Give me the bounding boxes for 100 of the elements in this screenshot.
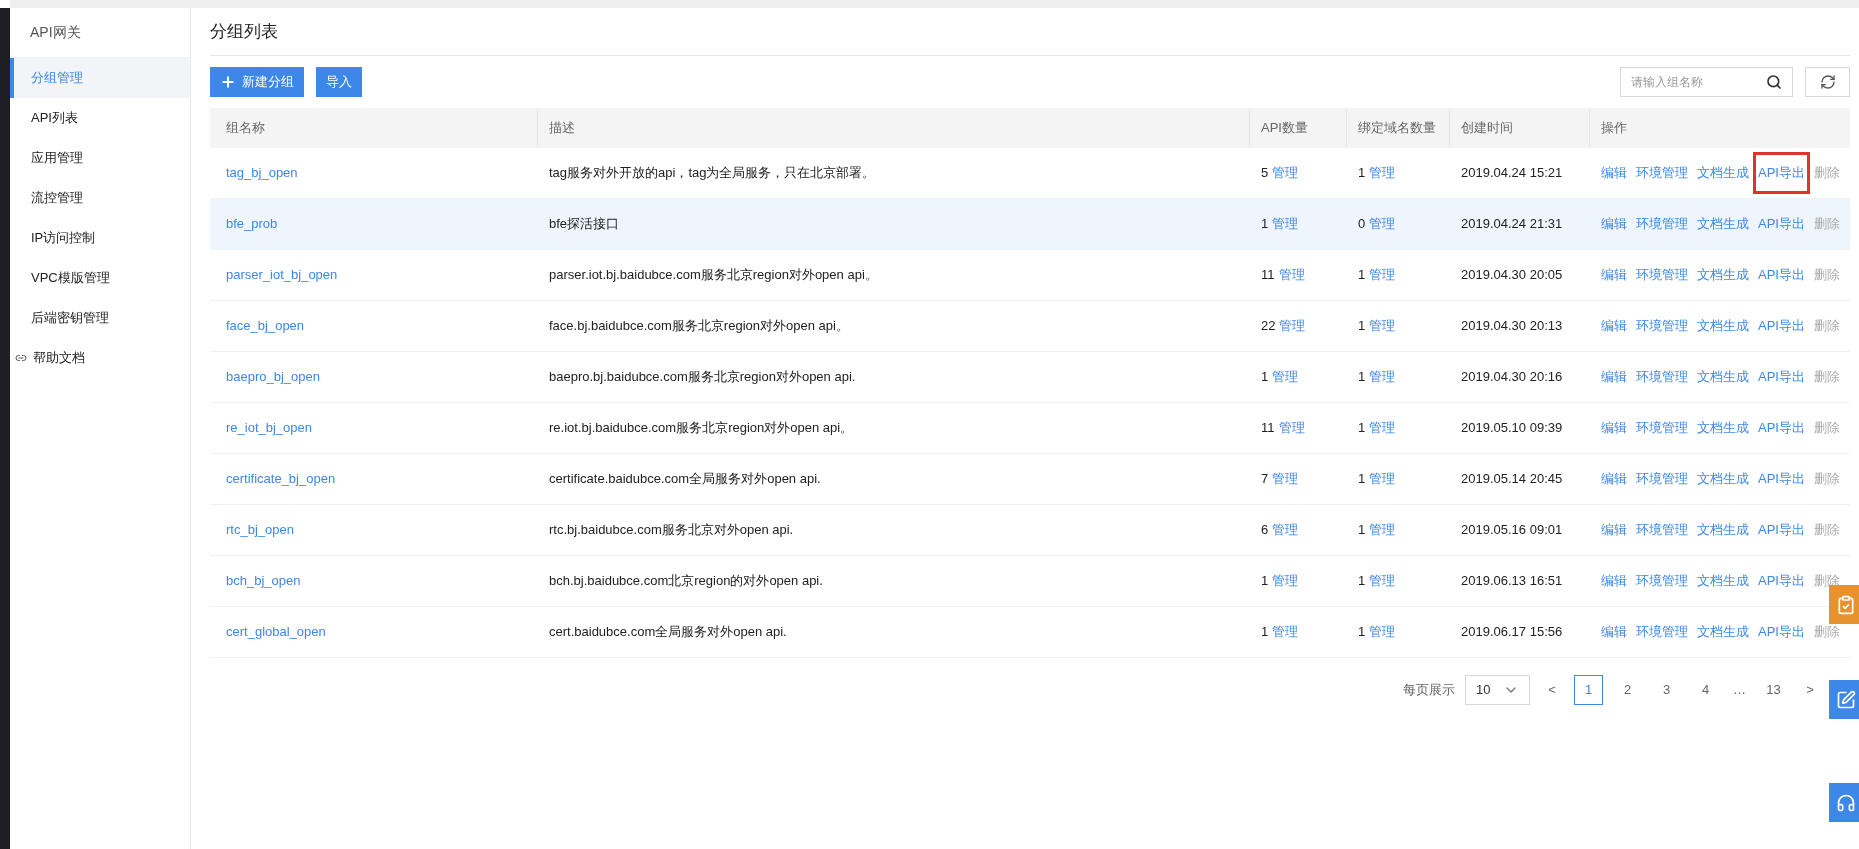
page-button[interactable]: 3 [1652,675,1681,705]
action-link[interactable]: API导出 [1758,622,1805,642]
action-link[interactable]: API导出 [1758,418,1805,438]
page-button[interactable]: 2 [1613,675,1642,705]
manage-link[interactable]: 管理 [1278,418,1305,438]
manage-link[interactable]: 管理 [1369,520,1396,540]
action-link[interactable]: 文档生成 [1697,622,1749,642]
new-group-button[interactable]: 新建分组 [210,67,304,97]
group-name-link[interactable]: parser_iot_bj_open [226,267,338,283]
action-link[interactable]: 编辑 [1601,571,1627,591]
manage-link[interactable]: 管理 [1369,367,1396,387]
action-link[interactable]: API导出 [1758,265,1805,285]
page-button[interactable]: 1 [1574,675,1603,705]
manage-link[interactable]: 管理 [1272,622,1299,642]
manage-link[interactable]: 管理 [1272,571,1299,591]
action-link[interactable]: API导出 [1758,367,1805,387]
group-name-link[interactable]: re_iot_bj_open [226,420,313,436]
manage-link[interactable]: 管理 [1272,520,1299,540]
action-link[interactable]: 文档生成 [1697,265,1749,285]
group-name-link[interactable]: cert_global_open [226,624,326,640]
search-input[interactable]: 请输入组名称 [1631,73,1766,91]
action-link[interactable]: 环境管理 [1636,418,1688,438]
action-link[interactable]: 环境管理 [1636,367,1688,387]
sidebar-item[interactable]: 流控管理 [10,178,190,218]
manage-link[interactable]: 管理 [1369,418,1396,438]
group-name-link[interactable]: face_bj_open [226,318,305,334]
group-name-link[interactable]: baepro_bj_open [226,369,320,385]
action-link[interactable]: 文档生成 [1697,163,1749,183]
import-button[interactable]: 导入 [316,67,362,97]
group-name-link[interactable]: tag_bj_open [226,165,298,181]
action-link[interactable]: API导出 [1756,155,1807,191]
sidebar-item[interactable]: 帮助文档 [10,338,190,378]
sidebar-item[interactable]: 分组管理 [10,58,190,98]
manage-link[interactable]: 管理 [1369,469,1396,489]
action-link[interactable]: 环境管理 [1636,622,1688,642]
action-link[interactable]: 编辑 [1601,622,1627,642]
group-name-link[interactable]: certificate_bj_open [226,471,336,487]
action-link[interactable]: 编辑 [1601,469,1627,489]
floating-button[interactable] [1829,585,1859,624]
sidebar-item[interactable]: IP访问控制 [10,218,190,258]
manage-link[interactable]: 管理 [1278,265,1305,285]
action-link[interactable]: 文档生成 [1697,520,1749,540]
action-link[interactable]: 环境管理 [1636,265,1688,285]
floating-button[interactable] [1829,783,1859,822]
manage-link[interactable]: 管理 [1272,214,1299,234]
action-link[interactable]: API导出 [1758,520,1805,540]
action-link[interactable]: 环境管理 [1636,316,1688,336]
action-link[interactable]: 文档生成 [1697,367,1749,387]
api-count: 1 [1261,572,1269,591]
page-button[interactable]: 13 [1759,675,1788,705]
next-page-button[interactable]: > [1798,675,1822,705]
description-cell: re.iot.bj.baidubce.com服务北京region对外open api。 [549,420,854,436]
action-link[interactable]: 编辑 [1601,214,1627,234]
action-link[interactable]: 编辑 [1601,367,1627,387]
action-link[interactable]: 编辑 [1601,520,1627,540]
manage-link[interactable]: 管理 [1369,622,1396,642]
manage-link[interactable]: 管理 [1272,367,1299,387]
action-link[interactable]: 编辑 [1601,265,1627,285]
action-link[interactable]: 文档生成 [1697,571,1749,591]
manage-link[interactable]: 管理 [1369,214,1396,234]
action-link[interactable]: 文档生成 [1697,214,1749,234]
group-name-link[interactable]: bfe_prob [226,216,278,232]
action-link[interactable]: 编辑 [1601,163,1627,183]
manage-link[interactable]: 管理 [1369,571,1396,591]
sidebar-item[interactable]: VPC模版管理 [10,258,190,298]
manage-link[interactable]: 管理 [1369,163,1396,183]
action-link[interactable]: 编辑 [1601,316,1627,336]
search-field[interactable]: 请输入组名称 [1620,67,1793,97]
column-header: 组名称 [226,119,265,138]
action-link[interactable]: 环境管理 [1636,469,1688,489]
previous-page-button[interactable]: < [1540,675,1564,705]
page-button[interactable]: 4 [1691,675,1720,705]
sidebar-item[interactable]: 应用管理 [10,138,190,178]
action-link[interactable]: 环境管理 [1636,571,1688,591]
action-link[interactable]: 环境管理 [1636,214,1688,234]
action-link[interactable]: API导出 [1758,571,1805,591]
group-name-link[interactable]: rtc_bj_open [226,522,294,538]
api-count: 1 [1261,215,1269,234]
headset-icon [1836,792,1856,813]
action-link[interactable]: 文档生成 [1697,316,1749,336]
action-link[interactable]: 环境管理 [1636,163,1688,183]
page-size-select[interactable]: 10 [1465,675,1530,705]
sidebar-item[interactable]: API列表 [10,98,190,138]
manage-link[interactable]: 管理 [1369,265,1396,285]
group-name-link[interactable]: bch_bj_open [226,573,301,589]
action-link[interactable]: API导出 [1758,214,1805,234]
sidebar-item[interactable]: 后端密钥管理 [10,298,190,338]
action-link[interactable]: 环境管理 [1636,520,1688,540]
floating-button[interactable] [1829,680,1859,719]
created-time: 2019.06.13 16:51 [1461,573,1563,589]
action-link[interactable]: 编辑 [1601,418,1627,438]
manage-link[interactable]: 管理 [1272,163,1299,183]
manage-link[interactable]: 管理 [1272,469,1299,489]
manage-link[interactable]: 管理 [1369,316,1396,336]
action-link[interactable]: API导出 [1758,316,1805,336]
refresh-button[interactable] [1805,67,1850,97]
manage-link[interactable]: 管理 [1279,316,1306,336]
action-link[interactable]: API导出 [1758,469,1805,489]
action-link[interactable]: 文档生成 [1697,469,1749,489]
action-link[interactable]: 文档生成 [1697,418,1749,438]
